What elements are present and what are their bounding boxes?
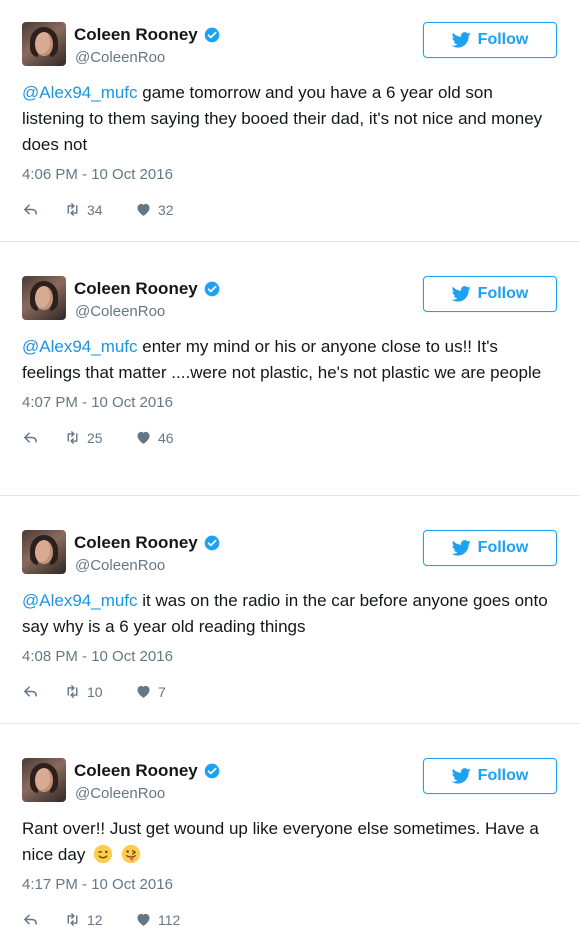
reply-icon xyxy=(24,204,37,215)
like-button[interactable]: 112 xyxy=(135,911,180,928)
like-button[interactable]: 32 xyxy=(135,201,174,218)
tweet-text: @Alex94_mufc it was on the radio in the … xyxy=(22,588,557,640)
twitter-bird-icon xyxy=(451,540,471,556)
verified-icon xyxy=(204,27,220,43)
author-name[interactable]: Coleen Rooney xyxy=(74,278,198,300)
retweet-count: 34 xyxy=(87,201,103,218)
tweet-actions: 12 112 xyxy=(22,895,558,941)
author-handle[interactable]: @ColeenRoo xyxy=(75,557,165,575)
retweet-icon xyxy=(67,913,78,926)
avatar[interactable] xyxy=(22,530,66,574)
author-handle[interactable]: @ColeenRoo xyxy=(75,303,165,321)
follow-button[interactable]: Follow xyxy=(423,530,557,566)
follow-button[interactable]: Follow xyxy=(423,758,557,794)
mention-link[interactable]: @Alex94_mufc xyxy=(22,83,138,102)
verified-icon xyxy=(204,763,220,779)
reply-button[interactable] xyxy=(22,911,39,928)
reply-button[interactable] xyxy=(22,429,39,446)
retweet-button[interactable]: 12 xyxy=(64,911,103,928)
tweet-header: Coleen Rooney @ColeenRoo Follow xyxy=(22,22,558,80)
mention-link[interactable]: @Alex94_mufc xyxy=(22,337,138,356)
like-count: 112 xyxy=(158,911,181,928)
author-name-row: Coleen Rooney xyxy=(74,278,220,300)
twitter-bird-icon xyxy=(451,32,471,48)
verified-icon xyxy=(204,535,220,551)
retweet-button[interactable]: 34 xyxy=(64,201,103,218)
follow-button[interactable]: Follow xyxy=(423,22,557,58)
tweet-text: @Alex94_mufc game tomorrow and you have … xyxy=(22,80,557,158)
reply-button[interactable] xyxy=(22,201,39,218)
author-name-row: Coleen Rooney xyxy=(74,760,220,782)
retweet-count: 10 xyxy=(87,683,103,700)
tweet-text: Rant over!! Just get wound up like every… xyxy=(22,816,557,868)
retweet-button[interactable]: 25 xyxy=(64,429,103,446)
tweet-timestamp[interactable]: 4:07 PM - 10 Oct 2016 xyxy=(22,393,558,413)
author-name-row: Coleen Rooney xyxy=(74,24,220,46)
tweet-timestamp[interactable]: 4:06 PM - 10 Oct 2016 xyxy=(22,165,558,185)
tweet-card: Coleen Rooney @ColeenRoo Follow Rant ove… xyxy=(0,758,580,944)
tweet-header: Coleen Rooney @ColeenRoo Follow xyxy=(22,276,558,334)
heart-icon xyxy=(137,203,150,216)
retweet-count: 12 xyxy=(87,911,103,928)
heart-icon xyxy=(137,685,150,698)
author-name[interactable]: Coleen Rooney xyxy=(74,532,198,554)
follow-label: Follow xyxy=(477,539,529,556)
retweet-button[interactable]: 10 xyxy=(64,683,103,700)
tweet-actions: 10 7 xyxy=(22,667,558,713)
avatar[interactable] xyxy=(22,22,66,66)
tweet-timestamp[interactable]: 4:17 PM - 10 Oct 2016 xyxy=(22,875,558,895)
face-with-tongue-emoji-icon xyxy=(121,844,140,864)
author-handle[interactable]: @ColeenRoo xyxy=(75,785,165,803)
retweet-count: 25 xyxy=(87,429,103,446)
tweet-actions: 34 32 xyxy=(22,185,558,231)
retweet-icon xyxy=(67,431,78,444)
tweet-timestamp[interactable]: 4:08 PM - 10 Oct 2016 xyxy=(22,647,558,667)
reply-icon xyxy=(24,686,37,697)
author-name-row: Coleen Rooney xyxy=(74,532,220,554)
follow-label: Follow xyxy=(477,31,529,48)
tweet-actions: 25 46 xyxy=(22,413,558,459)
retweet-icon xyxy=(67,203,78,216)
avatar[interactable] xyxy=(22,276,66,320)
follow-button[interactable]: Follow xyxy=(423,276,557,312)
like-count: 32 xyxy=(158,201,174,218)
mention-link[interactable]: @Alex94_mufc xyxy=(22,591,138,610)
avatar[interactable] xyxy=(22,758,66,802)
tweet-card: Coleen Rooney @ColeenRoo Follow @Alex94_… xyxy=(0,530,580,724)
author-handle[interactable]: @ColeenRoo xyxy=(75,49,165,67)
reply-button[interactable] xyxy=(22,683,39,700)
heart-icon xyxy=(137,913,150,926)
winking-face-emoji-icon xyxy=(93,844,113,864)
like-count: 7 xyxy=(158,683,166,700)
verified-icon xyxy=(204,281,220,297)
tweet-text: @Alex94_mufc enter my mind or his or any… xyxy=(22,334,557,386)
tweet-header: Coleen Rooney @ColeenRoo Follow xyxy=(22,758,558,816)
follow-label: Follow xyxy=(477,285,529,302)
twitter-bird-icon xyxy=(451,286,471,302)
like-count: 46 xyxy=(158,429,174,446)
tweet-header: Coleen Rooney @ColeenRoo Follow xyxy=(22,530,558,588)
heart-icon xyxy=(137,431,150,444)
like-button[interactable]: 46 xyxy=(135,429,174,446)
author-name[interactable]: Coleen Rooney xyxy=(74,760,198,782)
like-button[interactable]: 7 xyxy=(135,683,166,700)
twitter-bird-icon xyxy=(451,768,471,784)
reply-icon xyxy=(24,432,37,443)
follow-label: Follow xyxy=(477,767,529,784)
retweet-icon xyxy=(67,685,78,698)
reply-icon xyxy=(24,914,37,925)
tweet-card: Coleen Rooney @ColeenRoo Follow @Alex94_… xyxy=(0,276,580,496)
tweet-card: Coleen Rooney @ColeenRoo Follow @Alex94_… xyxy=(0,22,580,242)
author-name[interactable]: Coleen Rooney xyxy=(74,24,198,46)
